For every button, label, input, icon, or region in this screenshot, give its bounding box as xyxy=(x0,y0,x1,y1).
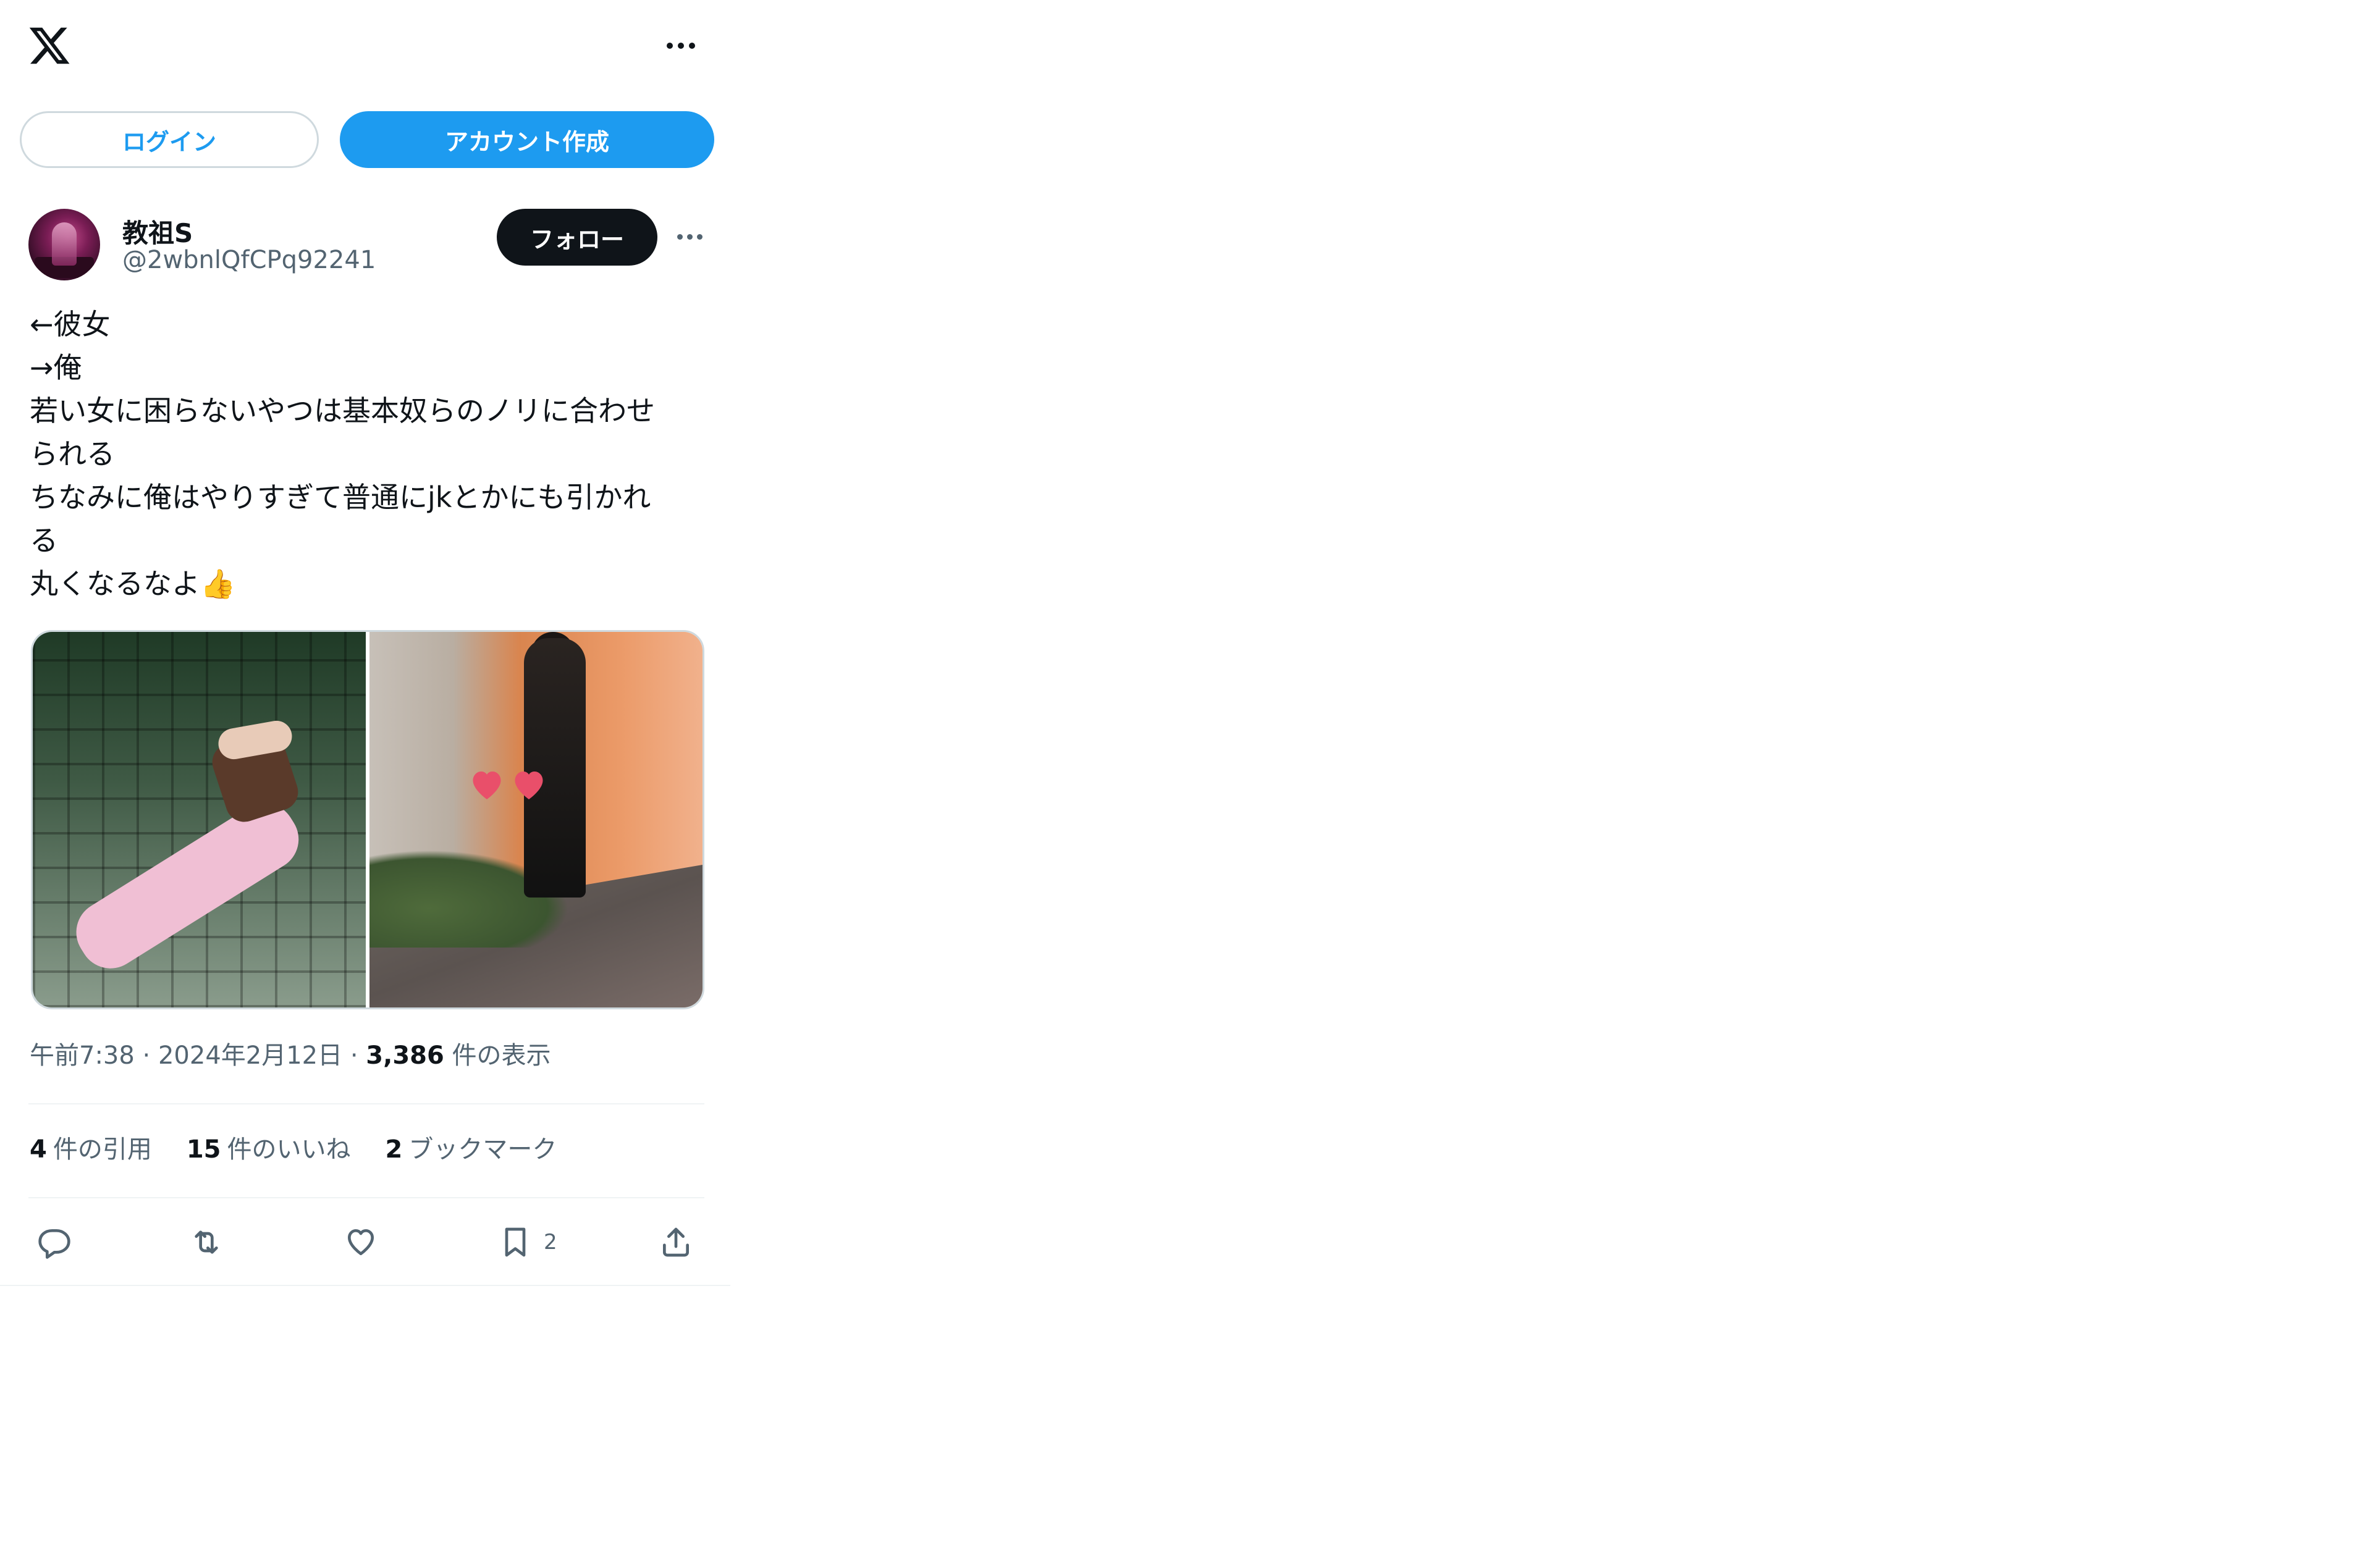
tweet-stats: 4 件の引用 15 件のいいね 2 ブックマーク xyxy=(30,1129,557,1165)
tweet-line: 丸くなるなよ👍 xyxy=(30,567,236,600)
follow-button[interactable]: フォロー xyxy=(497,209,657,266)
reply-button[interactable] xyxy=(37,1214,72,1270)
bookmark-action-count: 2 xyxy=(544,1230,557,1255)
photo-2[interactable] xyxy=(369,632,703,1007)
photo-1[interactable] xyxy=(33,632,366,1007)
tweet-author: 教祖S @2wbnlQfCPq92241 フォロー xyxy=(28,209,708,283)
tweet-actions: 2 xyxy=(28,1214,704,1270)
tweet-line: ←彼女 xyxy=(30,308,111,341)
bookmarks-label: ブックマーク xyxy=(408,1135,557,1164)
heart-icon xyxy=(348,1229,374,1255)
display-name[interactable]: 教祖S xyxy=(122,212,193,250)
tweet-media xyxy=(31,630,704,1009)
quotes-stat[interactable]: 4 件の引用 xyxy=(30,1129,152,1165)
likes-label: 件のいいね xyxy=(227,1135,351,1164)
like-button[interactable] xyxy=(344,1214,378,1270)
bookmarks-count: 2 xyxy=(385,1135,403,1164)
views-label: 件の表示 xyxy=(452,1041,551,1070)
tweet-line: →俺 xyxy=(30,351,82,384)
tweet-date[interactable]: 2024年2月12日 xyxy=(158,1041,342,1070)
auth-buttons: ログイン アカウント作成 xyxy=(20,111,714,169)
divider xyxy=(28,1197,704,1198)
tweet-time[interactable]: 午前7:38 xyxy=(30,1041,135,1070)
tweet-meta: 午前7:38 · 2024年2月12日 · 3,386 件の表示 xyxy=(30,1035,551,1071)
likes-count: 15 xyxy=(186,1135,221,1164)
heart-sticker-icon xyxy=(515,771,543,799)
divider xyxy=(28,1103,704,1104)
tweet-text: ←彼女 →俺 若い女に困らないやつは基本奴らのノリに合わせ られる ちなみに俺は… xyxy=(30,303,709,605)
quotes-label: 件の引用 xyxy=(53,1135,152,1164)
meta-separator: · xyxy=(350,1041,358,1070)
quotes-count: 4 xyxy=(30,1135,47,1164)
retweet-icon xyxy=(195,1230,218,1254)
bookmarks-stat[interactable]: 2 ブックマーク xyxy=(386,1129,557,1165)
login-button[interactable]: ログイン xyxy=(20,111,319,168)
bookmark-button[interactable]: 2 xyxy=(498,1214,557,1270)
bookmark-icon xyxy=(505,1227,526,1257)
bottom-divider xyxy=(0,1285,730,1286)
tweet-line: られる xyxy=(30,437,115,471)
retweet-button[interactable] xyxy=(189,1214,224,1270)
tweet-line: 若い女に困らないやつは基本奴らのノリに合わせ xyxy=(30,394,655,427)
likes-stat[interactable]: 15 件のいいね xyxy=(187,1129,351,1165)
top-bar xyxy=(0,0,730,99)
views-count: 3,386 xyxy=(366,1041,444,1070)
tweet-line: る xyxy=(30,524,58,557)
tweet-line: ちなみに俺はやりすぎて普通にjkとかにも引かれ xyxy=(30,481,651,514)
tweet-more-icon[interactable] xyxy=(671,227,708,246)
share-icon xyxy=(663,1227,689,1257)
avatar[interactable] xyxy=(28,209,100,280)
user-handle[interactable]: @2wbnlQfCPq92241 xyxy=(122,246,376,274)
reply-icon xyxy=(38,1229,70,1259)
heart-sticker-icon xyxy=(473,771,501,799)
more-horizontal-icon[interactable] xyxy=(656,27,706,64)
signup-button[interactable]: アカウント作成 xyxy=(340,111,714,168)
share-button[interactable] xyxy=(659,1214,693,1270)
meta-separator: · xyxy=(142,1041,151,1070)
x-logo-icon[interactable] xyxy=(27,23,72,68)
